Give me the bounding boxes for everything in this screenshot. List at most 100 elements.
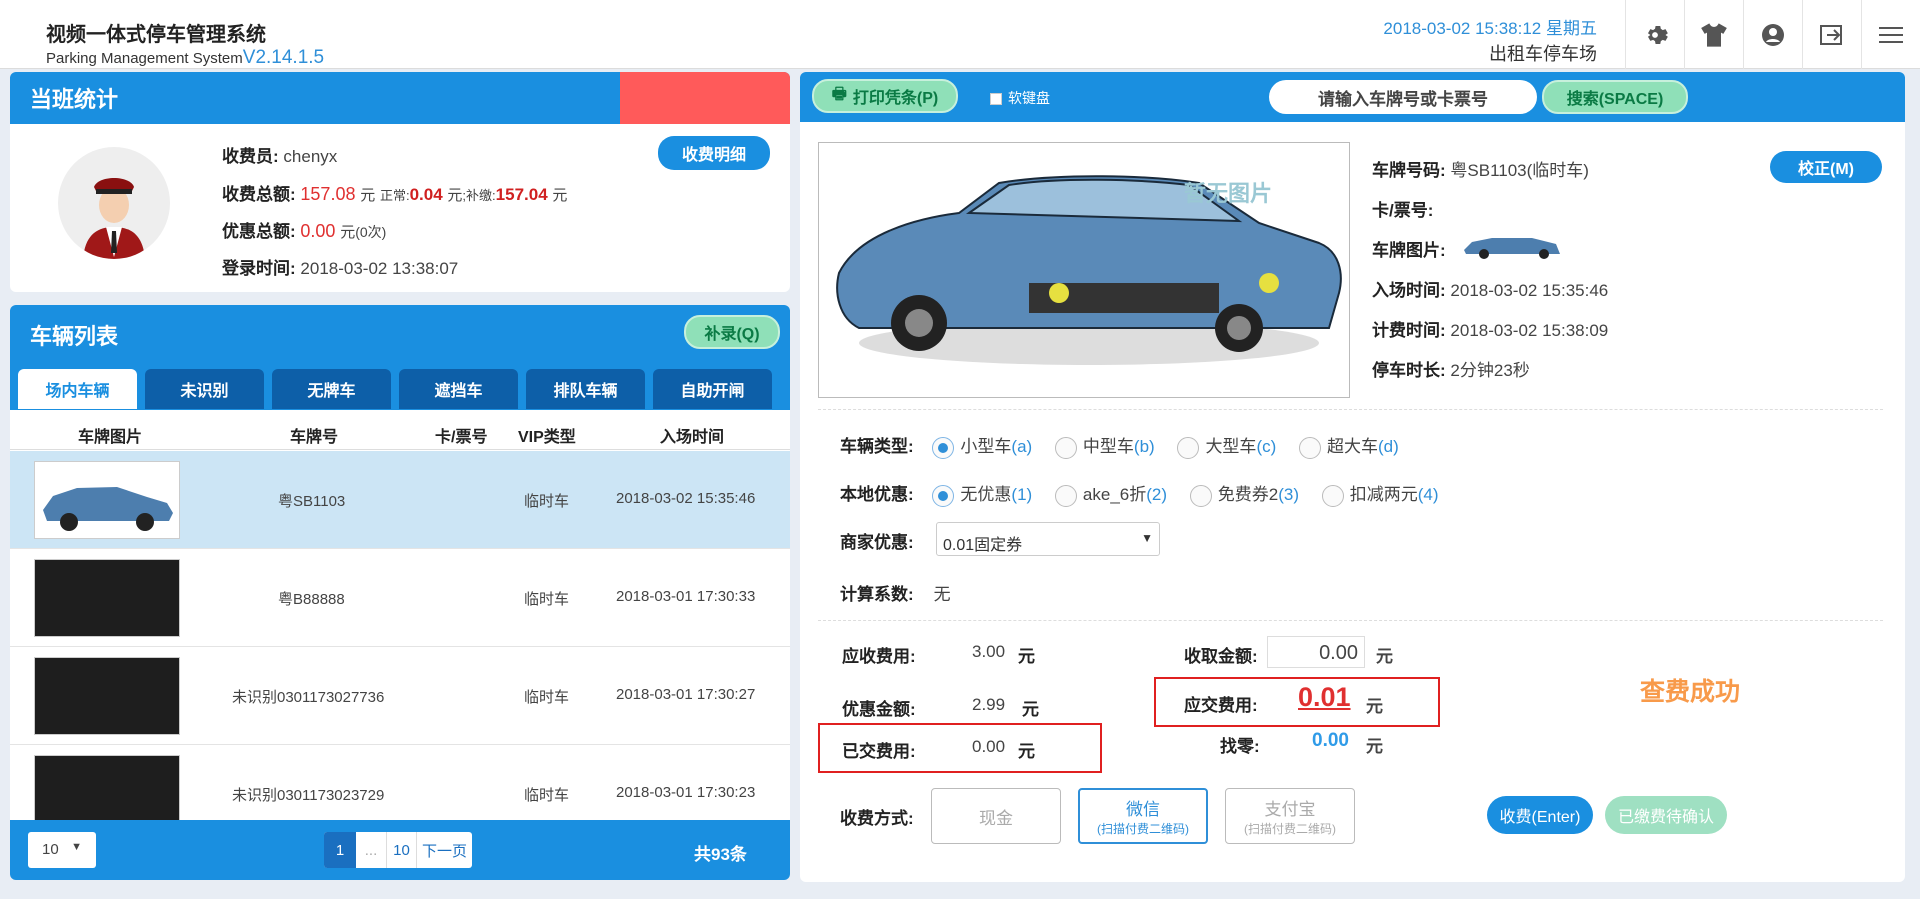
vtype-small[interactable]: 小型车(a) bbox=[932, 436, 1032, 459]
change-unit: 元 bbox=[1366, 737, 1383, 756]
page-size-select[interactable]: 10 ▼ bbox=[28, 832, 96, 868]
plate-thumbnail bbox=[34, 559, 180, 637]
table-header: 车牌图片 车牌号 卡/票号 VIP类型 入场时间 bbox=[10, 414, 790, 450]
toolbar: 🖶 打印凭条(P) 软键盘 请输入车牌号或卡票号 搜索(SPACE) bbox=[800, 72, 1905, 122]
col-image: 车牌图片 bbox=[78, 429, 143, 446]
no-image-text: 暂无图片 bbox=[1184, 181, 1272, 207]
app-version: V2.14.1.5 bbox=[242, 47, 325, 68]
total-row: 收费总额: 157.08 元 正常:0.04 元;补缴:157.04 元 bbox=[222, 184, 568, 204]
local-discount-row: 本地优惠: 无优惠(1) ake_6折(2) 免费券2(3) 扣减两元(4) bbox=[840, 480, 1439, 507]
collect-unit: 元 bbox=[1376, 647, 1393, 666]
plate-thumbnail bbox=[34, 461, 180, 539]
avatar bbox=[58, 147, 170, 259]
shift-header: 当班统计 bbox=[10, 72, 790, 124]
merchant-select[interactable]: 0.01固定券 ▼ bbox=[936, 522, 1160, 556]
supplement-button[interactable]: 补录(Q) bbox=[684, 315, 780, 349]
charge-panel: 🖶 打印凭条(P) 软键盘 请输入车牌号或卡票号 搜索(SPACE) 暂无图片 车… bbox=[800, 72, 1905, 882]
plate-image bbox=[1460, 232, 1565, 260]
menu-icon[interactable] bbox=[1861, 0, 1920, 69]
collector-row: 收费员: chenyx bbox=[222, 147, 338, 166]
receivable-row: 应收费用: 3.00 元 bbox=[842, 642, 1035, 666]
pending-button[interactable]: 已缴费待确认 bbox=[1605, 796, 1727, 834]
divider bbox=[818, 620, 1883, 621]
plate-row: 车牌号码: 粤SB1103(临时车) bbox=[1372, 161, 1589, 180]
page-links: 1 ... 10 下一页 bbox=[324, 832, 472, 868]
collect-input[interactable]: 0.00 bbox=[1267, 636, 1365, 668]
print-button[interactable]: 🖶 打印凭条(P) bbox=[812, 79, 958, 113]
due-row: 应交费用: bbox=[1184, 696, 1258, 715]
shirt-icon[interactable] bbox=[1684, 0, 1743, 69]
brand: 视频一体式停车管理系统 Parking Management SystemV2.… bbox=[46, 18, 324, 69]
pay-method-label: 收费方式: bbox=[840, 809, 914, 828]
lot-name: 出租车停车场 bbox=[1489, 44, 1597, 64]
page-10[interactable]: 10 bbox=[386, 832, 416, 868]
charge-time-row: 计费时间: 2018-03-02 15:38:09 bbox=[1372, 321, 1609, 340]
datetime: 2018-03-02 15:38:12 星期五 bbox=[1383, 19, 1597, 38]
local-none[interactable]: 无优惠(1) bbox=[932, 484, 1032, 507]
car-image: 暂无图片 bbox=[818, 142, 1350, 398]
user-icon[interactable] bbox=[1743, 0, 1802, 69]
vtype-xlarge[interactable]: 超大车(d) bbox=[1299, 436, 1399, 459]
vehicle-tabs: 场内车辆 未识别 无牌车 遮挡车 排队车辆 自助开闸 bbox=[18, 369, 772, 409]
correct-button[interactable]: 校正(M) bbox=[1770, 151, 1882, 183]
divider bbox=[818, 409, 1883, 410]
coef-row: 计算系数: 无 bbox=[840, 585, 951, 604]
app-subtitle: Parking Management System bbox=[46, 50, 243, 67]
table-row[interactable]: 粤B88888 临时车 2018-03-01 17:30:33 bbox=[10, 549, 790, 647]
col-vip: VIP类型 bbox=[518, 429, 576, 446]
vtype-medium[interactable]: 中型车(b) bbox=[1054, 436, 1155, 459]
page-1[interactable]: 1 bbox=[324, 832, 356, 868]
detail-button[interactable]: 收费明细 bbox=[658, 136, 770, 170]
plate-image-row: 车牌图片: bbox=[1372, 241, 1446, 260]
pay-wechat[interactable]: 微信 (扫描付费二维码) bbox=[1078, 788, 1208, 844]
app-header: 视频一体式停车管理系统 Parking Management SystemV2.… bbox=[0, 0, 1920, 69]
marquee-banner bbox=[620, 72, 790, 124]
vtype-large[interactable]: 大型车(c) bbox=[1177, 436, 1276, 459]
charge-button[interactable]: 收费(Enter) bbox=[1487, 796, 1593, 834]
local-ake[interactable]: ake_6折(2) bbox=[1054, 484, 1167, 507]
tab-in-lot[interactable]: 场内车辆 bbox=[18, 369, 137, 409]
duration-row: 停车时长: 2分钟23秒 bbox=[1372, 361, 1530, 380]
col-plate: 车牌号 bbox=[290, 429, 339, 446]
total-count: 共93条 bbox=[694, 845, 747, 864]
change-amount: 0.00 bbox=[1312, 730, 1349, 751]
tab-blocked[interactable]: 遮挡车 bbox=[399, 369, 518, 409]
gear-icon[interactable] bbox=[1625, 0, 1684, 69]
status-text: 查费成功 bbox=[1640, 678, 1741, 706]
merchant-row: 商家优惠: bbox=[840, 533, 914, 552]
printer-icon: 🖶 bbox=[831, 85, 847, 103]
shift-title: 当班统计 bbox=[30, 87, 119, 112]
due-amount: 0.01 bbox=[1298, 682, 1351, 712]
discount-amount-row: 优惠金额: 2.99 元 bbox=[842, 695, 1039, 719]
col-time: 入场时间 bbox=[660, 429, 725, 446]
vehicle-panel: 车辆列表 补录(Q) 场内车辆 未识别 无牌车 遮挡车 排队车辆 自助开闸 车牌… bbox=[10, 305, 790, 880]
tab-no-plate[interactable]: 无牌车 bbox=[272, 369, 391, 409]
tab-self-open[interactable]: 自助开闸 bbox=[653, 369, 772, 409]
table-row[interactable]: 未识别0301173027736 临时车 2018-03-01 17:30:27 bbox=[10, 647, 790, 745]
col-card: 卡/票号 bbox=[435, 429, 488, 446]
vehicle-type-row: 车辆类型: 小型车(a) 中型车(b) 大型车(c) 超大车(d) bbox=[840, 432, 1399, 459]
search-button[interactable]: 搜索(SPACE) bbox=[1542, 80, 1688, 114]
soft-keyboard[interactable]: 软键盘 bbox=[990, 88, 1050, 108]
next-page[interactable]: 下一页 bbox=[416, 832, 472, 868]
logout-icon[interactable] bbox=[1802, 0, 1861, 69]
login-row: 登录时间: 2018-03-02 13:38:07 bbox=[222, 259, 459, 278]
tab-queue[interactable]: 排队车辆 bbox=[526, 369, 645, 409]
vehicle-title: 车辆列表 bbox=[30, 324, 119, 349]
page-ellipsis: ... bbox=[364, 841, 378, 859]
pay-alipay[interactable]: 支付宝 (扫描付费二维码) bbox=[1225, 788, 1355, 844]
entry-row: 入场时间: 2018-03-02 15:35:46 bbox=[1372, 281, 1609, 300]
discount-row: 优惠总额: 0.00 元(0次) bbox=[222, 221, 387, 241]
paid-row: 已交费用: 0.00 元 bbox=[842, 737, 1035, 761]
collect-row: 收取金额: bbox=[1184, 647, 1258, 666]
app-title: 视频一体式停车管理系统 bbox=[46, 24, 266, 46]
plate-thumbnail bbox=[34, 657, 180, 735]
change-row: 找零: bbox=[1220, 737, 1260, 756]
pay-cash[interactable]: 现金 bbox=[931, 788, 1061, 844]
due-unit: 元 bbox=[1366, 697, 1383, 716]
local-free[interactable]: 免费券2(3) bbox=[1189, 484, 1299, 507]
local-minus2[interactable]: 扣减两元(4) bbox=[1321, 484, 1439, 507]
tab-unrecognized[interactable]: 未识别 bbox=[145, 369, 264, 409]
table-row[interactable]: 粤SB1103 临时车 2018-03-02 15:35:46 bbox=[10, 451, 790, 549]
search-input[interactable]: 请输入车牌号或卡票号 bbox=[1269, 80, 1537, 114]
